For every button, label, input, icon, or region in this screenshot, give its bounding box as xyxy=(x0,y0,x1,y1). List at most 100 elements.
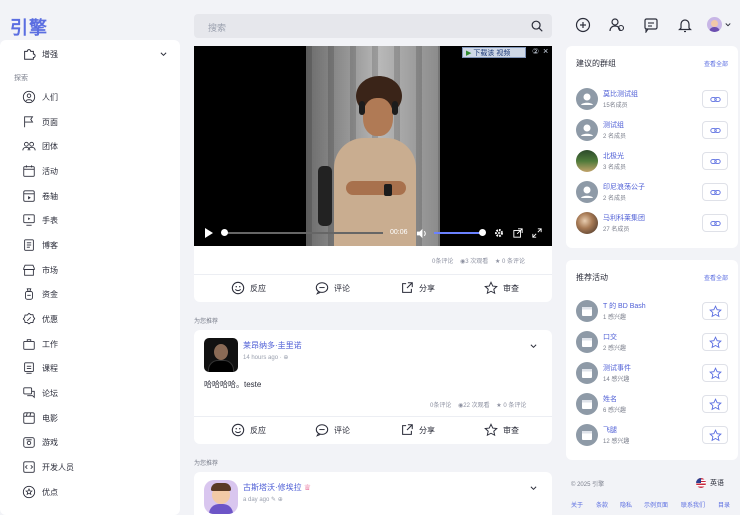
see-all-link[interactable]: 查看全部 xyxy=(704,59,728,68)
sidebar-item-funding[interactable]: 资金 xyxy=(22,286,58,302)
share-button[interactable]: 分享 xyxy=(400,281,435,295)
sidebar-item-offers[interactable]: 优惠 xyxy=(22,311,58,327)
chevron-down-icon[interactable] xyxy=(530,485,537,492)
review-button[interactable]: 审查 xyxy=(484,423,519,437)
group-item[interactable]: 马利科莱集团 27 名成员 xyxy=(576,210,728,236)
sidebar-item-groups[interactable]: 团体 xyxy=(22,138,58,154)
search-icon[interactable] xyxy=(530,19,544,33)
friends-icon[interactable] xyxy=(609,17,625,33)
monitor-icon xyxy=(23,214,35,226)
sidebar-item-movies[interactable]: 电影 xyxy=(22,410,58,426)
chevron-down-icon[interactable] xyxy=(725,22,731,28)
comment-button[interactable]: 评论 xyxy=(315,281,350,295)
sidebar-item-jobs[interactable]: 工作 xyxy=(22,336,58,352)
footer-link-directory[interactable]: 目录 xyxy=(718,500,730,509)
volume-knob[interactable] xyxy=(479,229,486,236)
sidebar-item-market[interactable]: 市场 xyxy=(22,262,58,278)
author-name[interactable]: 莱昂纳多·圭里诺 xyxy=(243,340,302,351)
author-avatar[interactable] xyxy=(204,338,238,372)
play-icon[interactable] xyxy=(204,228,214,238)
progress-knob[interactable] xyxy=(221,229,228,236)
volume-track[interactable] xyxy=(434,232,482,234)
video-player[interactable]: ▶ 下载该 视频 ② × 00:06 xyxy=(194,46,552,246)
join-group-button[interactable] xyxy=(702,152,728,170)
interested-button[interactable] xyxy=(702,395,728,413)
chevron-down-icon[interactable] xyxy=(530,343,537,350)
group-item[interactable]: 测试组 2 名成员 xyxy=(576,117,728,143)
post-text: 哈哈哈哈。teste xyxy=(204,380,262,389)
group-name[interactable]: 莫比测试组 xyxy=(603,89,638,99)
share-button[interactable]: 分享 xyxy=(400,423,435,437)
ad-close-button[interactable]: × xyxy=(543,46,548,56)
footer-link-about[interactable]: 关于 xyxy=(571,500,583,509)
join-group-button[interactable] xyxy=(702,183,728,201)
footer-link-sample-page[interactable]: 示例页面 xyxy=(644,500,668,509)
react-button[interactable]: 反应 xyxy=(231,281,266,295)
event-item[interactable]: 飞腿 12 感兴趣 xyxy=(576,422,728,448)
footer-link-privacy[interactable]: 隐私 xyxy=(620,500,632,509)
sidebar-item-watch[interactable]: 手表 xyxy=(22,212,58,228)
ad-help-badge[interactable]: ② xyxy=(532,47,539,56)
event-name[interactable]: 测试事件 xyxy=(603,363,631,373)
group-name[interactable]: 北极光 xyxy=(603,151,624,161)
event-item[interactable]: 口交 2 感兴趣 xyxy=(576,329,728,355)
react-button[interactable]: 反应 xyxy=(231,423,266,437)
settings-icon[interactable] xyxy=(494,228,504,238)
sidebar-item-points[interactable]: 优点 xyxy=(22,484,58,500)
review-button[interactable]: 审查 xyxy=(484,281,519,295)
sidebar-item-label: 博客 xyxy=(42,240,58,250)
sidebar-item-people[interactable]: 人们 xyxy=(22,89,58,105)
messages-icon[interactable] xyxy=(643,17,659,33)
sidebar-item-courses[interactable]: 课程 xyxy=(22,360,58,376)
sidebar-item-enhance[interactable]: 增强 xyxy=(22,46,58,62)
sidebar-item-games[interactable]: 游戏 xyxy=(22,434,58,450)
search-bar[interactable]: 搜索 xyxy=(194,14,552,38)
notifications-icon[interactable] xyxy=(677,17,693,33)
group-item[interactable]: 莫比测试组 15名成员 xyxy=(576,86,728,112)
join-group-button[interactable] xyxy=(702,90,728,108)
sidebar-item-events[interactable]: 活动 xyxy=(22,163,58,179)
language-label: 英语 xyxy=(710,480,724,487)
footer-link-terms[interactable]: 条款 xyxy=(596,500,608,509)
language-selector[interactable]: 英语 xyxy=(696,478,724,488)
reels-icon xyxy=(23,190,35,202)
event-item[interactable]: 姓名 6 感兴趣 xyxy=(576,391,728,417)
sidebar-item-developers[interactable]: 开发人员 xyxy=(22,459,74,475)
event-avatar xyxy=(576,393,598,415)
sidebar-item-forum[interactable]: 论坛 xyxy=(22,385,58,401)
volume-icon[interactable] xyxy=(416,228,427,239)
add-circle-icon[interactable] xyxy=(575,17,591,33)
event-name[interactable]: 口交 xyxy=(603,332,617,342)
fullscreen-icon[interactable] xyxy=(532,228,542,238)
event-item[interactable]: 测试事件 14 感兴趣 xyxy=(576,360,728,386)
sidebar-item-reels[interactable]: 卷轴 xyxy=(22,188,58,204)
event-name[interactable]: T 的 BD Bash xyxy=(603,301,646,311)
comment-button[interactable]: 评论 xyxy=(315,423,350,437)
group-name[interactable]: 测试组 xyxy=(603,120,624,130)
group-item[interactable]: 北极光 3 名成员 xyxy=(576,148,728,174)
event-name[interactable]: 飞腿 xyxy=(603,425,617,435)
sidebar-item-pages[interactable]: 页面 xyxy=(22,114,58,130)
progress-track[interactable] xyxy=(223,232,383,234)
avatar[interactable] xyxy=(707,17,722,32)
event-name[interactable]: 姓名 xyxy=(603,394,617,404)
sidebar-item-blogs[interactable]: 博客 xyxy=(22,237,58,253)
interested-button[interactable] xyxy=(702,426,728,444)
author-name[interactable]: 古斯塔沃·修埃拉 ♕ xyxy=(243,482,311,493)
group-item[interactable]: 印尼浪荡公子 2 名成员 xyxy=(576,179,728,205)
chevron-down-icon[interactable] xyxy=(160,51,167,58)
event-item[interactable]: T 的 BD Bash 1 感兴趣 xyxy=(576,298,728,324)
interested-button[interactable] xyxy=(702,364,728,382)
group-name[interactable]: 马利科莱集团 xyxy=(603,213,645,223)
interested-button[interactable] xyxy=(702,333,728,351)
see-all-link[interactable]: 查看全部 xyxy=(704,273,728,282)
author-avatar[interactable] xyxy=(204,480,238,514)
app-logo[interactable]: 引擎 xyxy=(10,14,48,40)
group-name[interactable]: 印尼浪荡公子 xyxy=(603,182,645,192)
footer-link-contact[interactable]: 联系我们 xyxy=(681,500,705,509)
join-group-button[interactable] xyxy=(702,214,728,232)
interested-button[interactable] xyxy=(702,302,728,320)
popout-icon[interactable] xyxy=(513,228,523,238)
join-group-button[interactable] xyxy=(702,121,728,139)
download-video-banner[interactable]: ▶ 下载该 视频 xyxy=(462,47,526,58)
